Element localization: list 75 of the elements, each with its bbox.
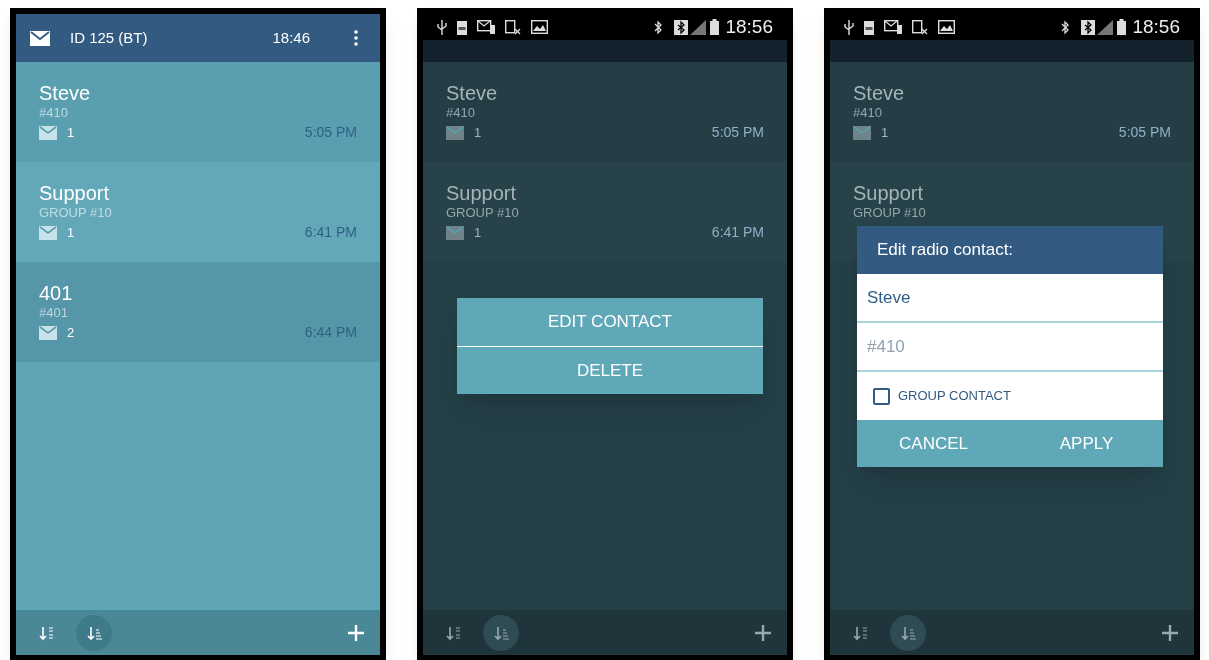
contact-number: GROUP #10 <box>853 205 926 221</box>
contact-name: Steve <box>853 81 905 105</box>
mail-icon <box>853 125 871 140</box>
sort-list-icon <box>85 624 103 641</box>
mail-icon <box>39 225 57 240</box>
menu-item[interactable]: EDIT CONTACT <box>457 298 763 346</box>
checkbox[interactable] <box>873 387 890 405</box>
mail-notification-icon <box>884 20 902 34</box>
message-time: 5:05 PM <box>1118 123 1171 142</box>
add-icon[interactable] <box>1162 624 1178 641</box>
contact-number: #410 <box>446 105 475 121</box>
message-count: 1 <box>474 223 482 242</box>
contact-number: #410 <box>853 105 882 121</box>
signal-icon <box>690 19 707 35</box>
sort-az-icon <box>851 624 869 641</box>
sort-list-icon <box>492 624 510 641</box>
mail-icon <box>446 125 464 140</box>
contact-name: Support <box>39 181 110 205</box>
contact-number: #401 <box>39 305 68 321</box>
message-time: 5:05 PM <box>711 123 764 142</box>
contact-name: Steve <box>446 81 498 105</box>
contact-name: 401 <box>39 281 73 305</box>
message-time: 6:41 PM <box>711 223 764 242</box>
status-time: 18:56 <box>1132 14 1180 39</box>
message-time: 5:05 PM <box>304 123 357 142</box>
message-count: 1 <box>67 223 75 242</box>
app-title: ID 125 (BT) <box>70 27 148 48</box>
battery-icon <box>1117 19 1127 35</box>
battery-full-icon <box>457 19 467 35</box>
battery-full-icon <box>864 19 874 35</box>
checkbox-label: GROUP CONTACT <box>898 387 1011 406</box>
message-count: 2 <box>67 323 75 342</box>
contact-row[interactable]: Steve #410 1 5:05 PM <box>16 62 380 162</box>
sort-button[interactable] <box>483 614 519 651</box>
menu-item[interactable]: DELETE <box>457 346 763 394</box>
contact-name: Support <box>853 181 924 205</box>
contact-number: GROUP #10 <box>39 205 112 221</box>
contact-name: Support <box>446 181 517 205</box>
mail-icon <box>39 325 57 340</box>
message-time: 6:44 PM <box>304 323 357 342</box>
sort-button[interactable] <box>76 614 112 651</box>
bluetooth-box-icon <box>674 19 689 35</box>
contact-row[interactable]: Support GROUP #10 1 6:41 PM <box>16 162 380 262</box>
mail-icon <box>39 125 57 140</box>
mail-icon <box>30 30 50 46</box>
text-field[interactable]: #410 <box>857 323 1163 372</box>
more-options-icon[interactable] <box>354 30 358 46</box>
sort-button[interactable] <box>890 614 926 651</box>
status-time: 18:56 <box>725 14 773 39</box>
usb-icon <box>844 19 854 35</box>
app-time: 18:46 <box>272 27 310 48</box>
sort-az-icon <box>37 624 55 641</box>
dialog-title: Edit radio contact: <box>877 239 1014 262</box>
image-icon <box>531 20 548 34</box>
message-count: 1 <box>881 123 889 142</box>
message-count: 1 <box>67 123 75 142</box>
message-count: 1 <box>474 123 482 142</box>
message-time: 6:41 PM <box>304 223 357 242</box>
add-icon[interactable] <box>755 624 771 641</box>
sort-az-icon <box>444 624 462 641</box>
sim-card-icon <box>912 19 928 35</box>
mail-icon <box>446 225 464 240</box>
sim-card-icon <box>505 19 521 35</box>
text-field[interactable]: Steve <box>857 274 1163 323</box>
signal-icon <box>1097 19 1114 35</box>
contact-number: GROUP #10 <box>446 205 519 221</box>
mail-notification-icon <box>477 20 495 34</box>
contact-number: #410 <box>39 105 68 121</box>
usb-icon <box>437 19 447 35</box>
battery-icon <box>710 19 720 35</box>
bluetooth-box-icon <box>1081 19 1096 35</box>
contact-name: Steve <box>39 81 91 105</box>
sort-list-icon <box>899 624 917 641</box>
image-icon <box>938 20 955 34</box>
contact-row[interactable]: 401 #401 2 6:44 PM <box>16 262 380 362</box>
